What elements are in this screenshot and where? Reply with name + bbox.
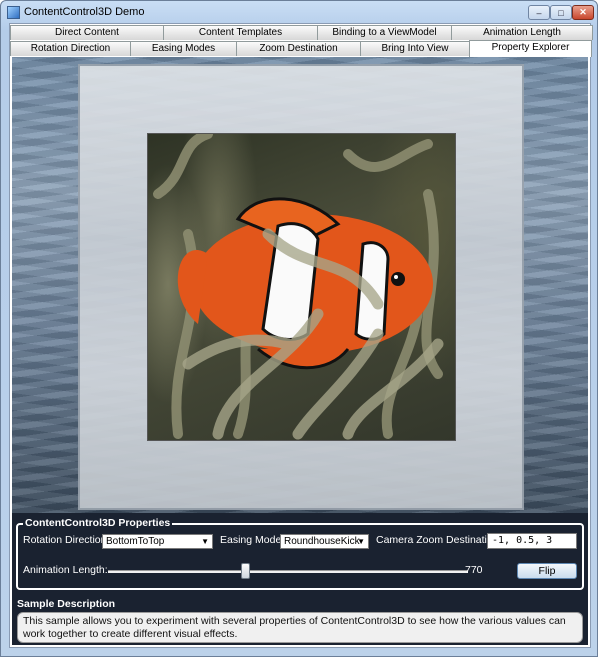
tab-zoom-destination[interactable]: Zoom Destination — [236, 41, 361, 56]
window-title: ContentControl3D Demo — [24, 6, 145, 18]
easing-mode-select[interactable]: RoundhouseKick ▼ — [280, 534, 369, 549]
tab-row-2: Rotation Direction Easing Modes Zoom Des… — [10, 40, 592, 57]
tab-row-1: Direct Content Content Templates Binding… — [10, 25, 593, 41]
camera-zoom-label: Camera Zoom Destination: — [376, 534, 502, 546]
tab-direct-content[interactable]: Direct Content — [10, 25, 164, 40]
animation-length-label: Animation Length: — [23, 564, 108, 576]
flip-button[interactable]: Flip — [517, 563, 577, 579]
maximize-button[interactable]: □ — [550, 5, 572, 20]
easing-mode-label: Easing Mode: — [220, 534, 285, 546]
tab-rotation-direction[interactable]: Rotation Direction — [10, 41, 131, 56]
chevron-down-icon: ▼ — [357, 537, 365, 546]
tab-bring-into-view[interactable]: Bring Into View — [360, 41, 470, 56]
properties-group: ContentControl3D Properties Rotation Dir… — [16, 517, 584, 590]
camera-zoom-field[interactable]: -1, 0.5, 3 — [487, 533, 577, 549]
properties-group-title: ContentControl3D Properties — [23, 517, 173, 529]
rotation-direction-select[interactable]: BottomToTop ▼ — [102, 534, 213, 549]
chevron-down-icon: ▼ — [201, 537, 209, 546]
minimize-button[interactable]: ‒ — [528, 5, 550, 20]
rotation-direction-label: Rotation Direction: — [23, 534, 110, 546]
tab-content-panel: ContentControl3D Properties Rotation Dir… — [12, 57, 588, 645]
app-window: ContentControl3D Demo ‒ □ ✕ Direct Conte… — [0, 0, 598, 657]
close-button[interactable]: ✕ — [572, 5, 594, 20]
description-title: Sample Description — [17, 598, 116, 610]
rotation-direction-value: BottomToTop — [106, 536, 165, 547]
title-bar[interactable]: ContentControl3D Demo ‒ □ ✕ — [1, 1, 597, 23]
animation-length-track[interactable] — [108, 570, 468, 573]
tab-animation-length[interactable]: Animation Length — [451, 25, 593, 40]
client-area: Direct Content Content Templates Binding… — [9, 23, 593, 648]
tab-content-templates[interactable]: Content Templates — [163, 25, 318, 40]
tab-easing-modes[interactable]: Easing Modes — [130, 41, 237, 56]
clownfish-photo — [147, 133, 456, 441]
description-box: This sample allows you to experiment wit… — [17, 612, 583, 643]
animation-length-thumb[interactable] — [240, 563, 250, 579]
tab-property-explorer[interactable]: Property Explorer — [469, 40, 592, 57]
tab-binding-viewmodel[interactable]: Binding to a ViewModel — [317, 25, 452, 40]
app-icon — [7, 6, 20, 19]
animation-length-value: 770 — [465, 564, 483, 576]
easing-mode-value: RoundhouseKick — [284, 536, 360, 547]
